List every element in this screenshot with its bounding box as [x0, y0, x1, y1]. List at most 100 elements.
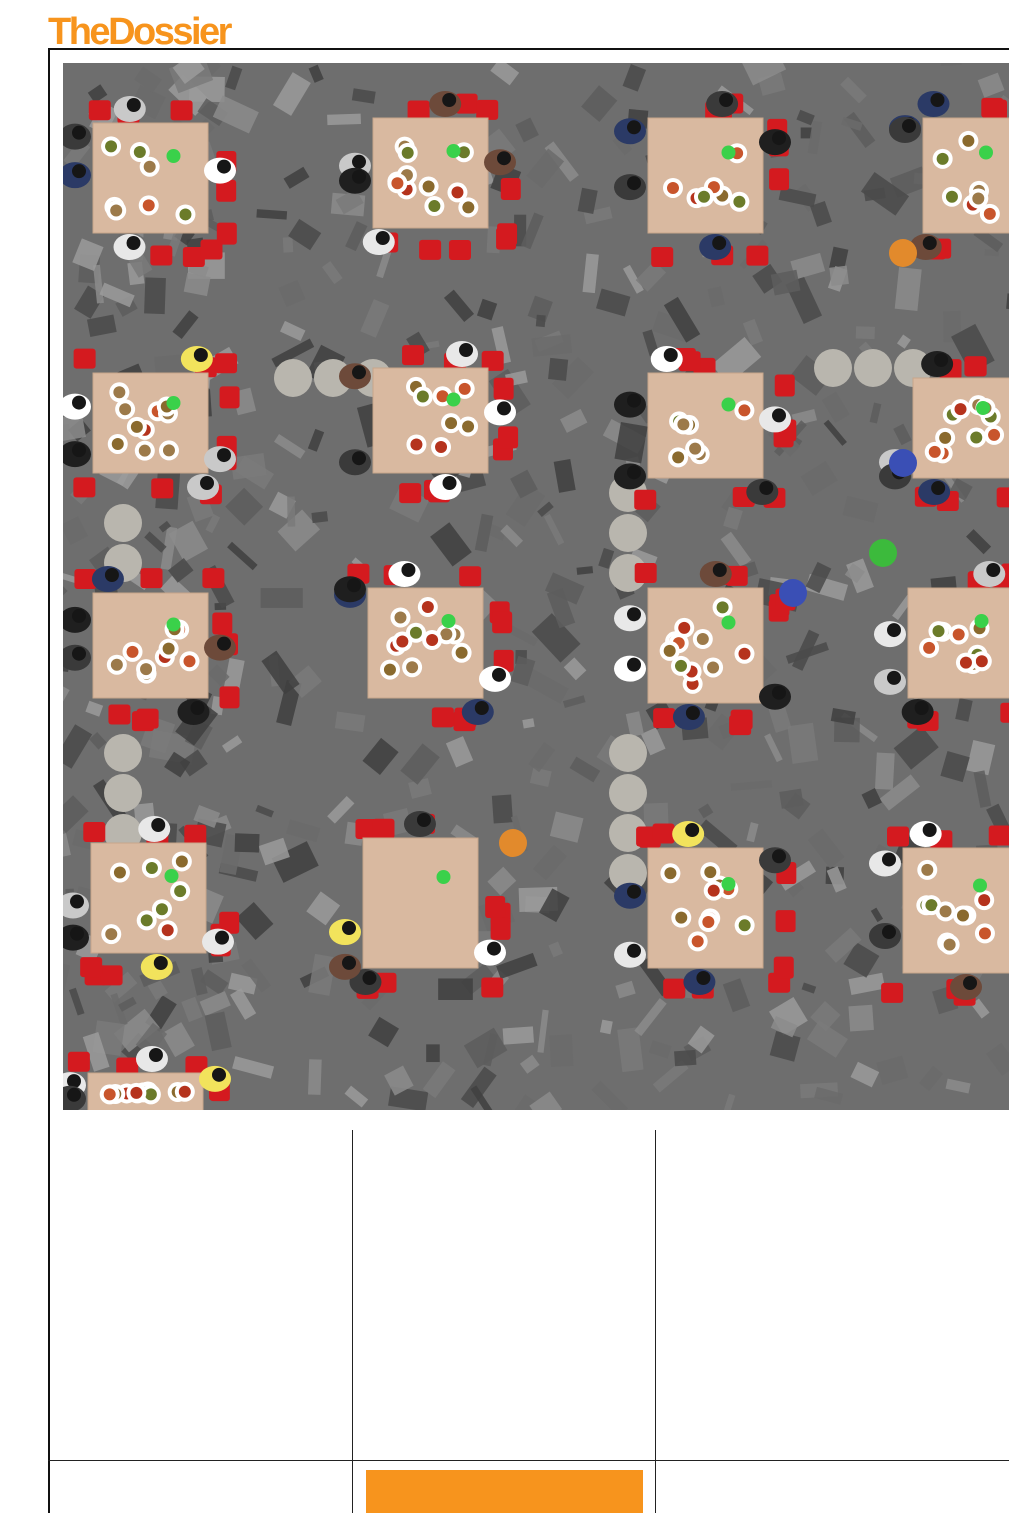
- diner-head: [934, 353, 949, 367]
- floor-stone: [940, 750, 970, 783]
- column-rule-2: [655, 1130, 656, 1513]
- feature-photo: [63, 63, 1009, 1110]
- green-bottle: [721, 877, 736, 891]
- red-stool: [402, 345, 425, 366]
- floor-stone: [487, 866, 517, 896]
- floor-stone: [591, 1080, 629, 1110]
- red-stool: [774, 374, 795, 397]
- diner-head: [193, 348, 208, 362]
- floor-stone: [227, 541, 258, 571]
- dish-food: [103, 1088, 116, 1101]
- diner-head: [759, 481, 774, 495]
- diner-head: [986, 563, 1001, 577]
- floor-stone: [537, 1009, 549, 1053]
- floor-stone: [787, 722, 819, 764]
- red-stool: [459, 566, 482, 587]
- floor-stone: [476, 298, 498, 321]
- floor-stone: [204, 1011, 232, 1052]
- red-stool: [88, 100, 111, 121]
- red-stool: [184, 824, 207, 845]
- floor-stone: [576, 566, 594, 575]
- dish-food: [983, 207, 996, 220]
- diner-head: [627, 176, 641, 191]
- dish-food: [130, 1086, 143, 1099]
- red-stool: [746, 245, 769, 266]
- floor-stone: [430, 522, 472, 567]
- dish-food: [959, 656, 972, 669]
- floor-stone: [531, 334, 573, 357]
- diner-head: [416, 813, 431, 827]
- floor-stone: [850, 1061, 880, 1088]
- floor-stone: [235, 902, 274, 940]
- red-stool: [651, 246, 674, 267]
- red-stool: [498, 426, 519, 449]
- floor-stone: [918, 1065, 944, 1092]
- floor-stone: [870, 907, 884, 923]
- stepping-stone: [274, 359, 312, 397]
- floor-stone: [940, 63, 962, 67]
- dish-food: [925, 899, 938, 912]
- dish-food: [943, 938, 956, 951]
- floor-stone: [144, 277, 166, 315]
- dish-food: [178, 1085, 191, 1098]
- floor-stone: [599, 1019, 613, 1035]
- diner-head: [342, 921, 356, 936]
- dish-food: [932, 625, 945, 638]
- floor-stone: [360, 299, 390, 338]
- floor-stone: [829, 265, 849, 287]
- diner-head: [627, 120, 641, 135]
- floor-stone: [720, 1093, 736, 1110]
- floor-stone: [730, 780, 773, 792]
- floor-stone: [874, 752, 895, 790]
- floor-stone: [553, 458, 576, 493]
- dish-food: [707, 661, 720, 674]
- floor-stone: [800, 127, 812, 139]
- dish-food: [394, 611, 407, 624]
- floor-stone: [800, 460, 838, 496]
- floor-stone: [746, 822, 759, 843]
- dish-food: [691, 935, 704, 948]
- floor-stone: [351, 88, 376, 104]
- dish-food: [111, 437, 124, 450]
- green-bottle: [973, 878, 987, 893]
- red-stool: [407, 100, 430, 121]
- dish-food: [145, 861, 158, 874]
- floor-stone: [63, 516, 89, 545]
- diner-head: [104, 568, 119, 582]
- diner-head: [401, 563, 416, 577]
- footer-row-rule: [48, 1460, 1009, 1461]
- dish-food: [428, 200, 441, 213]
- red-stool: [73, 348, 96, 369]
- dish-food: [923, 641, 936, 654]
- floor-stone: [528, 742, 556, 773]
- diner-head: [492, 667, 506, 682]
- green-bottle: [721, 397, 736, 412]
- floor-stone: [986, 1042, 1009, 1077]
- diner-head: [887, 623, 901, 638]
- diner-head: [72, 164, 86, 179]
- green-bottle: [441, 614, 456, 628]
- dish-food: [462, 201, 475, 214]
- floor-stone: [327, 113, 361, 126]
- red-stool: [150, 245, 173, 266]
- dish-food: [455, 646, 468, 659]
- floor-stone: [280, 320, 306, 342]
- floor-stone: [63, 378, 64, 400]
- diner-head: [342, 955, 356, 970]
- red-stool: [988, 825, 1009, 846]
- diner-head: [375, 231, 390, 245]
- red-stool: [1000, 702, 1009, 723]
- red-stool: [653, 708, 676, 729]
- red-stool: [80, 957, 103, 978]
- floor-stone: [168, 520, 209, 563]
- diner-head: [772, 849, 786, 864]
- dish-food: [410, 438, 423, 451]
- floor-stone: [161, 1022, 195, 1058]
- floor-stone: [308, 64, 324, 83]
- floor-stone: [256, 209, 288, 220]
- red-stool: [634, 563, 657, 584]
- floor-stone: [519, 1054, 540, 1074]
- red-stool: [170, 100, 193, 121]
- floor-stone: [438, 978, 473, 1000]
- diner-head: [352, 154, 366, 169]
